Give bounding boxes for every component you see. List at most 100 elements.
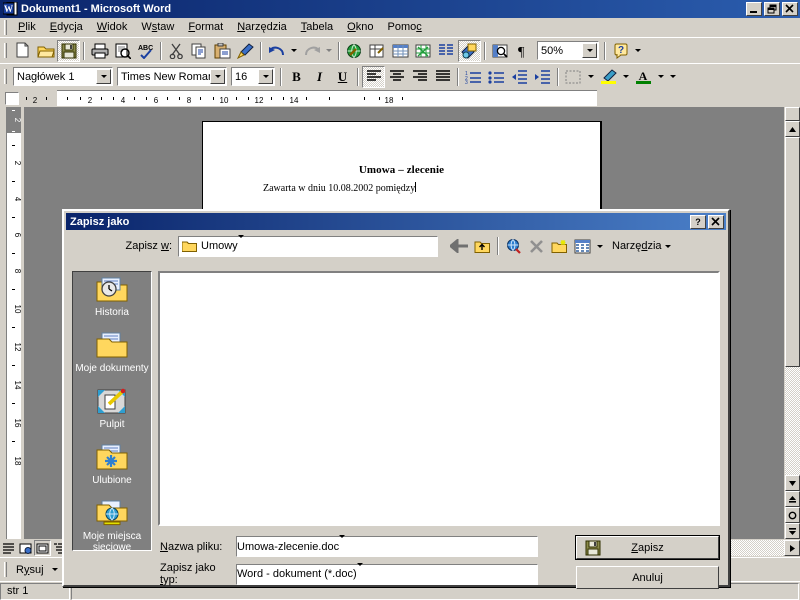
font-size-combo[interactable]: 16 <box>231 67 275 86</box>
undo-dropdown-arrow-icon[interactable] <box>288 40 300 62</box>
back-arrow-icon[interactable] <box>448 236 471 257</box>
formatting-overflow-arrow-icon[interactable] <box>667 66 679 88</box>
look-in-combo[interactable]: Umowy <box>178 234 438 257</box>
new-folder-icon[interactable] <box>548 236 571 257</box>
bulleted-list-icon[interactable] <box>485 66 508 88</box>
font-dropdown-button[interactable] <box>210 69 225 84</box>
document-map-icon[interactable] <box>489 40 512 62</box>
decrease-indent-icon[interactable] <box>508 66 531 88</box>
tools-dropdown-arrow-icon[interactable] <box>662 235 674 257</box>
web-layout-view-icon[interactable] <box>17 540 34 556</box>
menubar-gripper[interactable] <box>4 19 7 35</box>
menu-item-wstaw[interactable]: Wstaw <box>134 19 181 35</box>
font-combo[interactable]: Times New Roman <box>117 67 227 86</box>
up-one-level-icon[interactable] <box>471 236 494 257</box>
borders-dropdown-arrow-icon[interactable] <box>585 66 597 88</box>
select-browse-object-button[interactable] <box>785 507 800 523</box>
scroll-down-button[interactable] <box>785 475 800 491</box>
align-center-icon[interactable] <box>385 66 408 88</box>
zoom-combo[interactable]: 50% <box>537 41 599 60</box>
copy-icon[interactable] <box>188 40 211 62</box>
menu-item-format[interactable]: Format <box>181 19 230 35</box>
delete-x-icon[interactable] <box>525 236 548 257</box>
save-button[interactable]: Zapisz <box>575 535 720 560</box>
cancel-button[interactable]: Anuluj <box>576 566 719 589</box>
tools-menu-button[interactable]: Narzędzia <box>606 240 662 252</box>
menu-item-edycja[interactable]: Edycja <box>43 19 90 35</box>
bold-button[interactable]: B <box>285 66 308 88</box>
dialog-help-button[interactable]: ? <box>690 214 706 229</box>
font-color-icon[interactable]: A <box>632 66 655 88</box>
views-dropdown-arrow-icon[interactable] <box>594 235 606 257</box>
highlight-dropdown-arrow-icon[interactable] <box>620 66 632 88</box>
restore-button[interactable] <box>764 2 780 16</box>
file-name-combo[interactable]: Umowa-zlecenie.doc <box>236 535 538 557</box>
align-left-icon[interactable] <box>362 65 385 88</box>
formatting-toolbar-gripper[interactable] <box>4 69 7 84</box>
file-type-combo[interactable]: Word - dokument (*.doc) <box>236 562 538 585</box>
print-layout-view-icon[interactable] <box>34 540 51 556</box>
views-icon[interactable] <box>571 236 594 257</box>
menu-item-narzedzia[interactable]: Narzędzia <box>230 19 294 35</box>
search-web-icon[interactable] <box>502 236 525 257</box>
print-preview-icon[interactable] <box>111 40 134 62</box>
numbered-list-icon[interactable]: 123 <box>462 66 485 88</box>
place-item-ulubione[interactable]: Ulubione <box>73 440 151 496</box>
redo-arrow-icon[interactable] <box>300 40 323 62</box>
place-item-pulpit[interactable]: Pulpit <box>73 384 151 440</box>
insert-excel-sheet-icon[interactable] <box>412 40 435 62</box>
increase-indent-icon[interactable] <box>531 66 554 88</box>
help-question-icon[interactable]: ? <box>609 40 632 62</box>
menu-item-widok[interactable]: Widok <box>90 19 135 35</box>
font-size-dropdown-button[interactable] <box>258 69 273 84</box>
close-button[interactable] <box>782 2 798 16</box>
menu-item-okno[interactable]: Okno <box>340 19 380 35</box>
new-document-icon[interactable] <box>11 40 34 62</box>
drawing-toolbar-gripper[interactable] <box>4 562 7 577</box>
split-bar-handle[interactable] <box>785 107 800 121</box>
menu-item-plik[interactable]: Plik <box>11 19 43 35</box>
cut-scissors-icon[interactable] <box>165 40 188 62</box>
look-in-dropdown-button[interactable] <box>237 234 255 255</box>
open-folder-icon[interactable] <box>34 40 57 62</box>
place-item-moje-miejsca-sieciowe[interactable]: Moje miejsca sieciowe <box>73 496 151 553</box>
tables-and-borders-icon[interactable] <box>366 40 389 62</box>
columns-icon[interactable] <box>435 40 458 62</box>
format-painter-icon[interactable] <box>234 40 257 62</box>
print-icon[interactable] <box>88 40 111 62</box>
highlight-icon[interactable] <box>597 66 620 88</box>
style-combo[interactable]: Nagłówek 1 <box>13 67 113 86</box>
place-item-moje-dokumenty[interactable]: Moje dokumenty <box>73 328 151 384</box>
paste-clipboard-icon[interactable] <box>211 40 234 62</box>
menu-item-pomoc[interactable]: Pomoc <box>380 19 428 35</box>
insert-table-icon[interactable] <box>389 40 412 62</box>
justify-icon[interactable] <box>431 66 454 88</box>
borders-icon[interactable] <box>562 66 585 88</box>
underline-button[interactable]: U <box>331 66 354 88</box>
file-list[interactable] <box>158 271 720 526</box>
dialog-close-button[interactable] <box>708 214 724 229</box>
draw-dropdown-arrow-icon[interactable] <box>49 559 61 581</box>
align-right-icon[interactable] <box>408 66 431 88</box>
scrollbar-thumb[interactable] <box>785 137 800 367</box>
next-page-button[interactable] <box>785 523 800 539</box>
place-item-historia[interactable]: Historia <box>73 272 151 328</box>
normal-view-icon[interactable] <box>0 540 17 556</box>
file-type-dropdown-button[interactable] <box>356 562 374 583</box>
vertical-scrollbar[interactable] <box>784 107 800 539</box>
file-name-dropdown-button[interactable] <box>339 535 356 555</box>
save-disk-icon[interactable] <box>57 39 80 62</box>
scrollbar-track[interactable] <box>785 367 800 475</box>
undo-arrow-icon[interactable] <box>265 40 288 62</box>
minimize-button[interactable] <box>746 2 762 16</box>
drawing-icon[interactable] <box>458 39 481 62</box>
menu-item-tabela[interactable]: Tabela <box>294 19 340 35</box>
scroll-right-button[interactable] <box>784 540 800 556</box>
insert-hyperlink-icon[interactable] <box>343 40 366 62</box>
tab-selector-button[interactable] <box>0 89 24 107</box>
redo-dropdown-arrow-icon[interactable] <box>323 40 335 62</box>
italic-button[interactable]: I <box>308 66 331 88</box>
style-dropdown-button[interactable] <box>96 69 111 84</box>
zoom-dropdown-button[interactable] <box>582 43 597 58</box>
font-color-dropdown-arrow-icon[interactable] <box>655 66 667 88</box>
